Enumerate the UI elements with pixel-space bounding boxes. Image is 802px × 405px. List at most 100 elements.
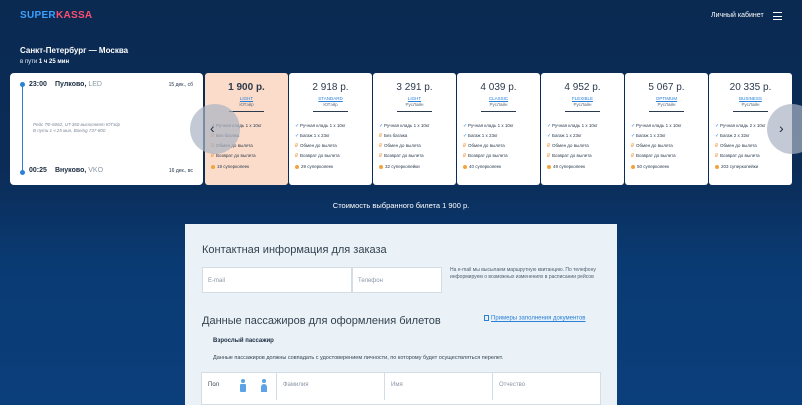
fare-feature: 32 суперкопейки bbox=[379, 164, 420, 169]
fare-name-link[interactable]: LIGHT bbox=[373, 96, 456, 101]
fare-feature-text: Ручная кладь 1 x 10кг bbox=[468, 123, 514, 128]
fare-feature-text: Ручная кладь 1 x 10кг bbox=[636, 123, 682, 128]
gender-field[interactable]: Пол bbox=[202, 373, 277, 400]
fare-price: 5 067 р. bbox=[648, 82, 685, 93]
fare-price: 1 900 р. bbox=[228, 82, 265, 93]
fare-card[interactable]: 4 952 р. FLEXIBLE РусЛайн ✓Ручная кладь 1 x… bbox=[541, 73, 624, 185]
personal-cabinet-link[interactable]: Личный кабинет bbox=[711, 12, 764, 19]
departure-airport: Пулково, LED bbox=[55, 81, 102, 88]
examples-link[interactable]: Примеры заполнения документов bbox=[484, 315, 586, 322]
fare-airline: ЮТэйр bbox=[323, 102, 338, 107]
logo[interactable]: SUPERKASSA bbox=[20, 10, 92, 21]
fare-feature-text: Ручная кладь 2 x 10кг bbox=[720, 123, 766, 128]
fare-feature: ✓Ручная кладь 1 x 10кг bbox=[631, 123, 682, 129]
burger-menu-icon[interactable] bbox=[773, 12, 782, 20]
adult-passenger-title: Взрослый пассажир bbox=[213, 338, 274, 344]
fare-card[interactable]: 3 291 р. LIGHT РусЛайн ✓Ручная кладь 1 x 10… bbox=[373, 73, 456, 185]
fare-divider bbox=[313, 111, 348, 112]
phone-field[interactable]: Телефон bbox=[352, 267, 442, 293]
fare-feature-text: Обмен до вылета bbox=[552, 143, 589, 148]
fare-feature: ₽Обмен до вылета bbox=[715, 143, 757, 149]
fare-feature: 50 суперкопеек bbox=[631, 164, 669, 169]
flight-card: 23:00 Пулково, LED 15 дек., сб Рейс ТФ-6… bbox=[10, 73, 203, 185]
female-icon[interactable] bbox=[260, 379, 268, 393]
fare-divider bbox=[481, 111, 516, 112]
contact-note: На e-mail мы высылаем маршрутную квитанц… bbox=[450, 267, 596, 280]
fare-name-link[interactable]: LIGHT bbox=[205, 96, 288, 101]
fare-name-link[interactable]: FLEXIBLE bbox=[541, 96, 624, 101]
fare-feature: ✓Багаж 1 x 23кг bbox=[547, 133, 582, 139]
arrival-time: 00:25 bbox=[29, 167, 47, 174]
departure-time: 23:00 bbox=[29, 81, 47, 88]
fare-feature: ✓Ручная кладь 1 x 10кг bbox=[547, 123, 598, 129]
fare-feature-text: Возврат до вылета bbox=[468, 153, 508, 158]
male-icon[interactable] bbox=[239, 379, 247, 393]
fare-feature: ✓Ручная кладь 1 x 10кг bbox=[379, 123, 430, 129]
fare-feature-text: 203 суперкопейки bbox=[721, 164, 759, 169]
fare-feature-text: Обмен до вылета bbox=[636, 143, 673, 148]
fare-name-link[interactable]: STANDARD bbox=[289, 96, 372, 101]
prev-fares-button[interactable]: ‹ bbox=[190, 104, 240, 154]
fare-feature: 49 суперкопеек bbox=[547, 164, 585, 169]
fare-divider bbox=[565, 111, 600, 112]
fare-divider bbox=[733, 111, 768, 112]
arrival-airport: Внуково, VKO bbox=[55, 167, 104, 174]
fare-price: 20 335 р. bbox=[729, 82, 772, 93]
fare-feature-text: Ручная кладь 1 x 10кг bbox=[552, 123, 598, 128]
coin-icon bbox=[715, 164, 719, 169]
fare-feature: ₽ Возврат до вылета bbox=[379, 153, 424, 159]
fare-price: 2 918 р. bbox=[312, 82, 349, 93]
route-line bbox=[22, 84, 23, 173]
email-field[interactable]: E-mail bbox=[202, 267, 352, 293]
top-header: SUPERKASSA Личный кабинет bbox=[0, 0, 802, 36]
coin-icon bbox=[379, 164, 383, 169]
selected-ticket-cost: Стоимость выбранного билета 1 900 р. bbox=[332, 201, 470, 210]
fare-feature-text: Обмен до вылета bbox=[468, 143, 505, 148]
fare-name-link[interactable]: OPTIMUM bbox=[625, 96, 708, 101]
fare-feature: ₽Обмен до вылета bbox=[547, 143, 589, 149]
fare-divider bbox=[649, 111, 684, 112]
coin-icon bbox=[463, 164, 467, 169]
coin-icon bbox=[547, 164, 551, 169]
fare-feature-text: Багаж 2 x 32кг bbox=[720, 133, 750, 138]
fare-feature: 29 суперкопеек bbox=[295, 164, 333, 169]
fare-feature-text: Возврат до вылета bbox=[300, 153, 340, 158]
fare-feature: 19 суперкопеек bbox=[211, 164, 249, 169]
fare-feature-text: Возврат до вылета bbox=[720, 153, 760, 158]
fare-feature: ✓Багаж 1 x 23кг bbox=[631, 133, 666, 139]
fare-feature: ✓Багаж 2 x 32кг bbox=[715, 133, 750, 139]
fare-feature: ₽Обмен до вылета bbox=[631, 143, 673, 149]
fare-feature: ₽ Возврат до вылета bbox=[547, 153, 592, 159]
fare-divider bbox=[397, 111, 432, 112]
fare-divider bbox=[229, 111, 264, 112]
patronymic-field[interactable]: Отчество bbox=[493, 373, 602, 400]
fare-feature: ✓Багаж 1 x 23кг bbox=[295, 133, 330, 139]
fare-feature-text: Обмен до вылета bbox=[384, 143, 421, 148]
name-field[interactable]: Имя bbox=[385, 373, 493, 400]
coin-icon bbox=[295, 164, 299, 169]
fare-name-link[interactable]: CLASSIC bbox=[457, 96, 540, 101]
route-duration: в пути 1 ч 25 мин bbox=[20, 59, 70, 65]
fare-card[interactable]: 4 039 р. CLASSIC РусЛайн ✓Ручная кладь 1 x … bbox=[457, 73, 540, 185]
fare-airline: РусЛайн bbox=[657, 102, 676, 107]
fare-name-link[interactable]: BUSINESS bbox=[709, 96, 792, 101]
fare-feature: ₽ Возврат до вылета bbox=[295, 153, 340, 159]
fare-feature-text: Багаж 1 x 23кг bbox=[636, 133, 666, 138]
fare-card[interactable]: 2 918 р. STANDARD ЮТэйр ✓Ручная кладь 1 x 1… bbox=[289, 73, 372, 185]
fare-feature-text: Возврат до вылета bbox=[216, 153, 256, 158]
fare-price: 4 039 р. bbox=[480, 82, 517, 93]
fare-feature: ₽ Возврат до вылета bbox=[211, 153, 256, 159]
fare-feature: ₽Обмен до вылета bbox=[379, 143, 421, 149]
fare-feature-text: Багаж 1 x 23кг bbox=[300, 133, 330, 138]
passenger-hint: Данные пассажиров должны совпадать с удо… bbox=[213, 355, 504, 361]
surname-field[interactable]: Фамилия bbox=[277, 373, 385, 400]
fare-feature: ₽ Возврат до вылета bbox=[463, 153, 508, 159]
fare-feature-text: 50 суперкопеек bbox=[637, 164, 670, 169]
chevron-left-icon: ‹ bbox=[210, 120, 215, 136]
fare-feature-text: 40 суперкопеек bbox=[469, 164, 502, 169]
fare-feature: 203 суперкопейки bbox=[715, 164, 758, 169]
passenger-fields-row: Пол Фамилия Имя Отчество bbox=[201, 372, 601, 405]
flight-info: Рейс ТФ-6062, UT-360 выполняет ЮТэйр В п… bbox=[33, 122, 121, 133]
fare-feature-text: Возврат до вылета bbox=[552, 153, 592, 158]
fare-card[interactable]: 5 067 р. OPTIMUM РусЛайн ✓Ручная кладь 1 x … bbox=[625, 73, 708, 185]
